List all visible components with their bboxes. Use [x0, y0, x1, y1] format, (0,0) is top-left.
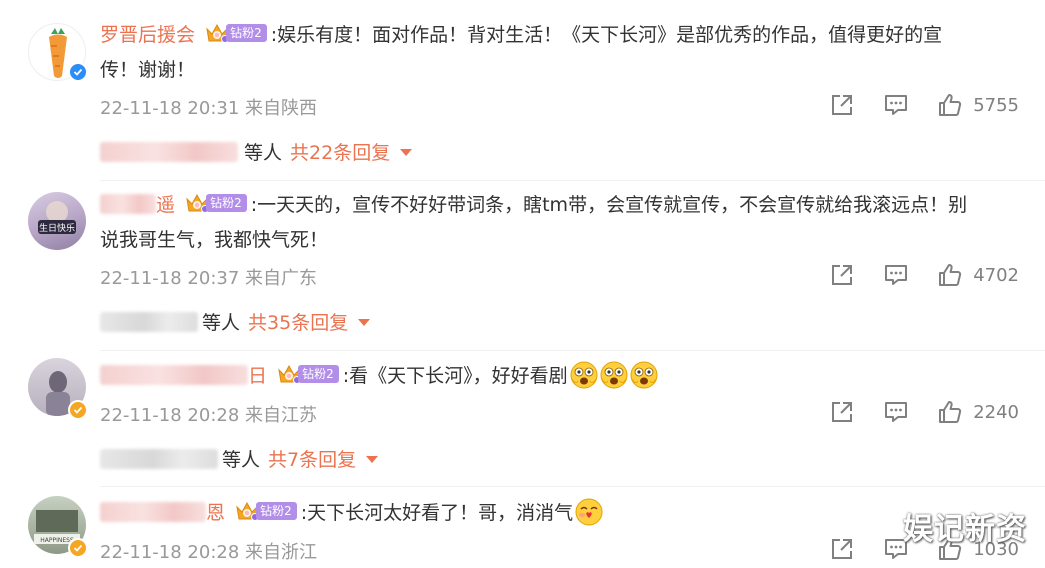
caret-down-icon[interactable]	[400, 149, 413, 156]
fan-badge[interactable]: 钻粉2	[185, 193, 247, 213]
reply-summary[interactable]: 等人 共22条回复	[100, 138, 413, 165]
fan-badge[interactable]: 钻粉2	[235, 501, 297, 521]
comment-text-cont: 传！谢谢！	[100, 53, 1025, 88]
reply-summary[interactable]: 等人 共35条回复	[100, 308, 371, 335]
comment-text: 遥 钻粉2 :一天天的，宣传不好好带词条，瞎tm带，会宣传就宣传，不会宣传就给我…	[100, 188, 1025, 223]
comment-actions: 5755	[829, 92, 1019, 118]
verified-icon	[68, 538, 88, 558]
reply-suffix: 等人	[202, 312, 241, 334]
blurred-username[interactable]	[100, 194, 156, 214]
username-link[interactable]: 罗晋后援会	[100, 24, 195, 46]
share-icon[interactable]	[829, 262, 855, 288]
like-icon[interactable]	[937, 399, 963, 425]
comment-body: :娱乐有度！面对作品！背对生活！《天下长河》是部优秀的作品，值得更好的宣	[270, 24, 943, 46]
verified-icon	[68, 400, 88, 420]
caret-down-icon[interactable]	[366, 456, 379, 463]
blurred-usernames	[100, 448, 218, 469]
comment-actions: 2240	[829, 399, 1019, 425]
scared-face-emoji	[630, 361, 658, 389]
comment-text: 恩 钻粉2 :天下长河太好看了！哥，消消气	[100, 496, 1025, 531]
comment-text-cont: 说我哥生气，我都快气死！	[100, 223, 1025, 258]
reply-summary[interactable]: 等人 共7条回复	[100, 445, 379, 472]
comment-actions: 4702	[829, 262, 1019, 288]
blurred-usernames	[100, 141, 238, 162]
share-icon[interactable]	[829, 536, 855, 562]
comment-icon[interactable]	[883, 399, 909, 425]
fan-badge[interactable]: 钻粉2	[205, 23, 267, 43]
caret-down-icon[interactable]	[358, 319, 371, 326]
comment-icon[interactable]	[883, 262, 909, 288]
comment-body: :看《天下长河》，好好看剧	[342, 365, 568, 387]
avatar[interactable]: 生日快乐	[28, 192, 86, 250]
verified-icon	[68, 62, 88, 82]
blurred-username[interactable]	[100, 502, 206, 522]
comment-body: :天下长河太好看了！哥，消消气	[300, 502, 574, 524]
blurred-username[interactable]	[100, 365, 248, 385]
watermark: 娱记新资	[903, 512, 1027, 547]
fan-badge-label: 钻粉2	[226, 24, 267, 42]
share-icon[interactable]	[829, 92, 855, 118]
username-tail[interactable]: 恩	[206, 502, 225, 524]
like-count: 2240	[973, 401, 1019, 423]
scared-face-emoji	[570, 361, 598, 389]
comment-body: :一天天的，宣传不好好带词条，瞎tm带，会宣传就宣传，不会宣传就给我滚远点！别	[250, 194, 968, 216]
comment-meta: 22-11-18 20:28 来自江苏	[100, 405, 318, 426]
reply-total-link[interactable]: 共7条回复	[268, 445, 356, 472]
kiss-face-emoji	[575, 498, 603, 526]
scared-face-emoji	[600, 361, 628, 389]
comment-text: 罗晋后援会 钻粉2 :娱乐有度！面对作品！背对生活！《天下长河》是部优秀的作品，…	[100, 18, 1025, 53]
share-icon[interactable]	[829, 399, 855, 425]
reply-suffix: 等人	[222, 449, 261, 471]
reply-suffix: 等人	[244, 142, 283, 164]
comment-body-cont: 传！谢谢！	[100, 59, 196, 81]
like-count: 4702	[973, 264, 1019, 286]
like-icon[interactable]	[937, 92, 963, 118]
like-icon[interactable]	[937, 262, 963, 288]
comment-meta: 22-11-18 20:28 来自浙江	[100, 542, 318, 563]
divider	[100, 180, 1045, 181]
reply-total-link[interactable]: 共22条回复	[290, 138, 390, 165]
comment-body-cont: 说我哥生气，我都快气死！	[100, 229, 329, 251]
comment-text: 日 钻粉2 :看《天下长河》，好好看剧	[100, 359, 1025, 394]
username-tail[interactable]: 遥	[156, 194, 175, 216]
blurred-usernames	[100, 311, 198, 332]
fan-badge[interactable]: 钻粉2	[277, 364, 339, 384]
username-tail[interactable]: 日	[248, 365, 267, 387]
fan-badge-label: 钻粉2	[256, 502, 297, 520]
comment-meta: 22-11-18 20:37 来自广东	[100, 268, 318, 289]
divider	[100, 486, 1045, 487]
fan-badge-label: 钻粉2	[298, 365, 339, 383]
like-count: 5755	[973, 94, 1019, 116]
comment-icon[interactable]	[883, 92, 909, 118]
fan-badge-label: 钻粉2	[206, 194, 247, 212]
reply-total-link[interactable]: 共35条回复	[248, 308, 348, 335]
comment-meta: 22-11-18 20:31 来自陕西	[100, 98, 318, 119]
divider	[100, 350, 1045, 351]
avatar-text: 生日快乐	[39, 222, 75, 234]
